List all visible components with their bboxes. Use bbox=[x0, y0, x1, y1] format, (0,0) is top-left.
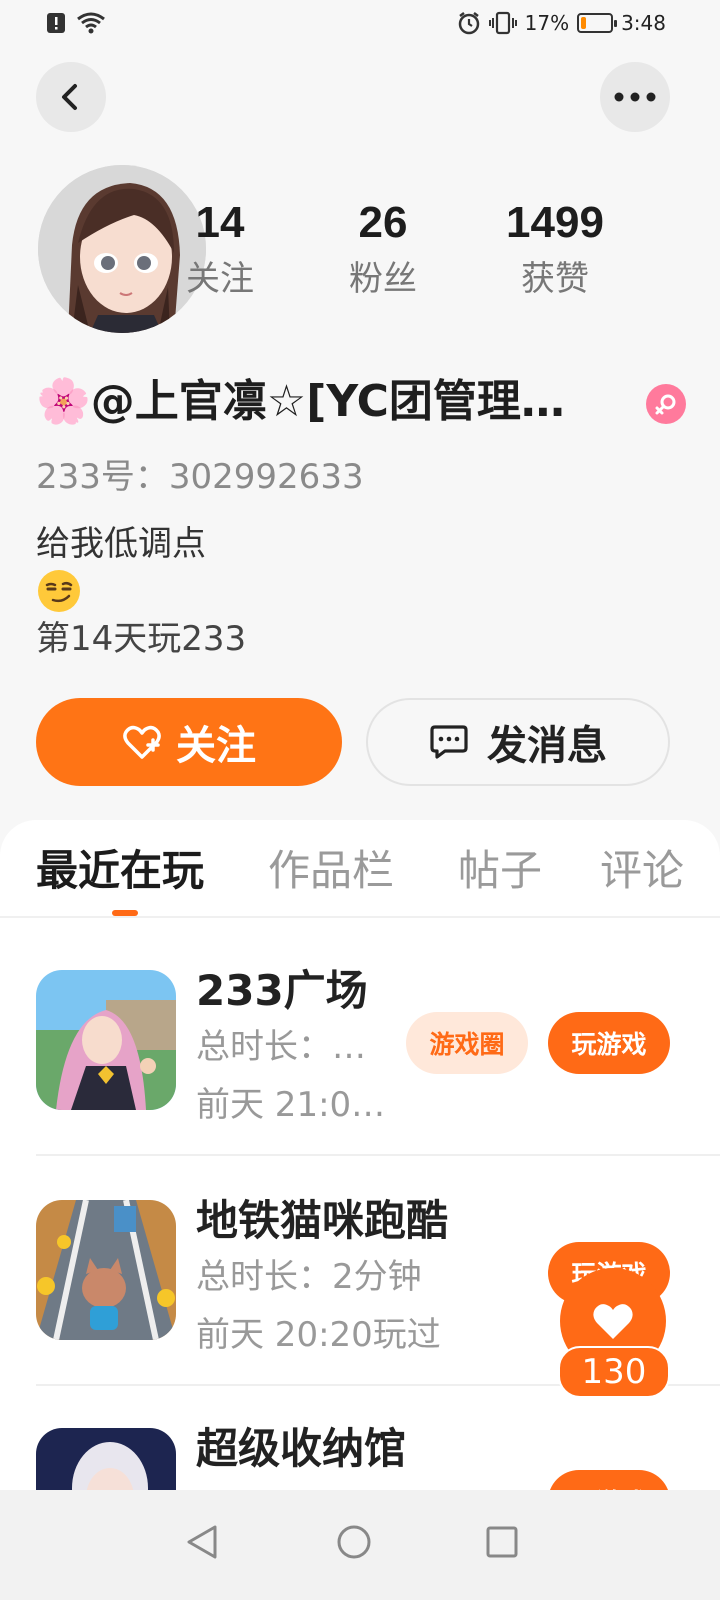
more-options-button[interactable] bbox=[600, 62, 670, 132]
battery-icon bbox=[577, 13, 618, 33]
heart-plus-icon bbox=[123, 725, 161, 759]
send-message-label: 发消息 bbox=[487, 723, 607, 769]
follow-button[interactable]: 关注 bbox=[36, 698, 342, 786]
status-left bbox=[46, 12, 106, 34]
active-tab-indicator bbox=[112, 910, 138, 916]
female-gender-icon bbox=[646, 384, 686, 424]
game-title: 地铁猫咪跑酷 bbox=[196, 1196, 449, 1245]
nav-home-button[interactable] bbox=[324, 1512, 384, 1572]
game-title: 233广场 bbox=[196, 966, 368, 1015]
stat-fans[interactable]: 26 粉丝 bbox=[340, 196, 426, 304]
stat-following-value: 14 bbox=[195, 198, 245, 247]
avatar[interactable] bbox=[38, 165, 206, 333]
circle-home-icon bbox=[337, 1525, 371, 1559]
nav-back-button[interactable] bbox=[172, 1512, 232, 1572]
nickname-row: 🌸@上官凛☆[YC团管理… bbox=[36, 372, 686, 432]
alarm-icon bbox=[458, 12, 479, 35]
tab-comments[interactable]: 评论 bbox=[600, 842, 684, 900]
game-title: 超级收纳馆 bbox=[196, 1424, 407, 1473]
stat-likes-label: 获赞 bbox=[521, 259, 589, 299]
heart-icon bbox=[593, 1304, 633, 1339]
battery-percent: 17% bbox=[524, 11, 570, 35]
back-button[interactable] bbox=[36, 62, 106, 132]
game-icon-storage-hall[interactable] bbox=[36, 1428, 176, 1490]
stat-likes[interactable]: 1499 获赞 bbox=[490, 196, 620, 304]
square-recents-icon bbox=[486, 1526, 518, 1558]
tab-recent-played[interactable]: 最近在玩 bbox=[36, 842, 204, 900]
days-played: 第14天玩233 bbox=[36, 619, 247, 659]
stat-following[interactable]: 14 关注 bbox=[182, 196, 258, 304]
floating-like-button[interactable]: 130 bbox=[558, 1268, 670, 1400]
system-navigation-bar bbox=[0, 1490, 720, 1600]
triangle-back-icon bbox=[187, 1525, 217, 1559]
smirk-emoji-icon bbox=[36, 568, 82, 618]
nickname: 🌸@上官凛☆[YC团管理… bbox=[36, 376, 565, 427]
divider bbox=[36, 1154, 720, 1156]
clock: 3:48 bbox=[621, 11, 666, 35]
like-count: 130 bbox=[558, 1346, 670, 1398]
battery-level bbox=[581, 17, 587, 29]
chevron-left-icon bbox=[62, 84, 77, 110]
game-duration: 总时长：… bbox=[196, 1027, 366, 1067]
stat-following-label: 关注 bbox=[186, 259, 254, 299]
chat-bubble-icon bbox=[430, 725, 468, 759]
notification-alert-icon bbox=[47, 13, 65, 33]
game-icon-233-plaza[interactable] bbox=[36, 970, 176, 1110]
list-item[interactable]: 超级收纳馆 玩游戏 bbox=[0, 1424, 720, 1490]
nav-recents-button[interactable] bbox=[472, 1512, 532, 1572]
follow-button-label: 关注 bbox=[176, 723, 256, 769]
more-horizontal-icon bbox=[614, 92, 656, 102]
play-game-button[interactable]: 玩游戏 bbox=[548, 1470, 670, 1490]
game-last-played: 前天 21:0… bbox=[196, 1085, 386, 1125]
tab-works[interactable]: 作品栏 bbox=[268, 842, 394, 900]
user-id: 233号：302992633 bbox=[36, 457, 364, 497]
bio-text: 给我低调点 bbox=[36, 524, 206, 564]
game-circle-button[interactable]: 游戏圈 bbox=[406, 1012, 528, 1074]
list-item[interactable]: 233广场 总时长：… 前天 21:0… 游戏圈 玩游戏 bbox=[0, 966, 720, 1200]
game-last-played: 前天 20:20玩过 bbox=[196, 1315, 441, 1355]
stat-fans-value: 26 bbox=[358, 198, 408, 247]
vibrate-icon bbox=[488, 11, 517, 35]
play-game-button[interactable]: 玩游戏 bbox=[548, 1012, 670, 1074]
send-message-button[interactable]: 发消息 bbox=[366, 698, 670, 786]
wifi-icon bbox=[77, 12, 105, 34]
tab-posts[interactable]: 帖子 bbox=[458, 842, 542, 900]
status-bar: 17% 3:48 bbox=[0, 0, 720, 48]
game-icon-subway-cat[interactable] bbox=[36, 1200, 176, 1340]
tab-bar: 最近在玩 作品栏 帖子 评论 bbox=[0, 820, 720, 918]
game-duration: 总时长：2分钟 bbox=[196, 1257, 422, 1297]
stat-fans-label: 粉丝 bbox=[349, 259, 417, 299]
status-right: 17% 3:48 bbox=[457, 11, 666, 35]
anime-girl-avatar-image bbox=[38, 165, 206, 333]
stat-likes-value: 1499 bbox=[506, 198, 604, 247]
